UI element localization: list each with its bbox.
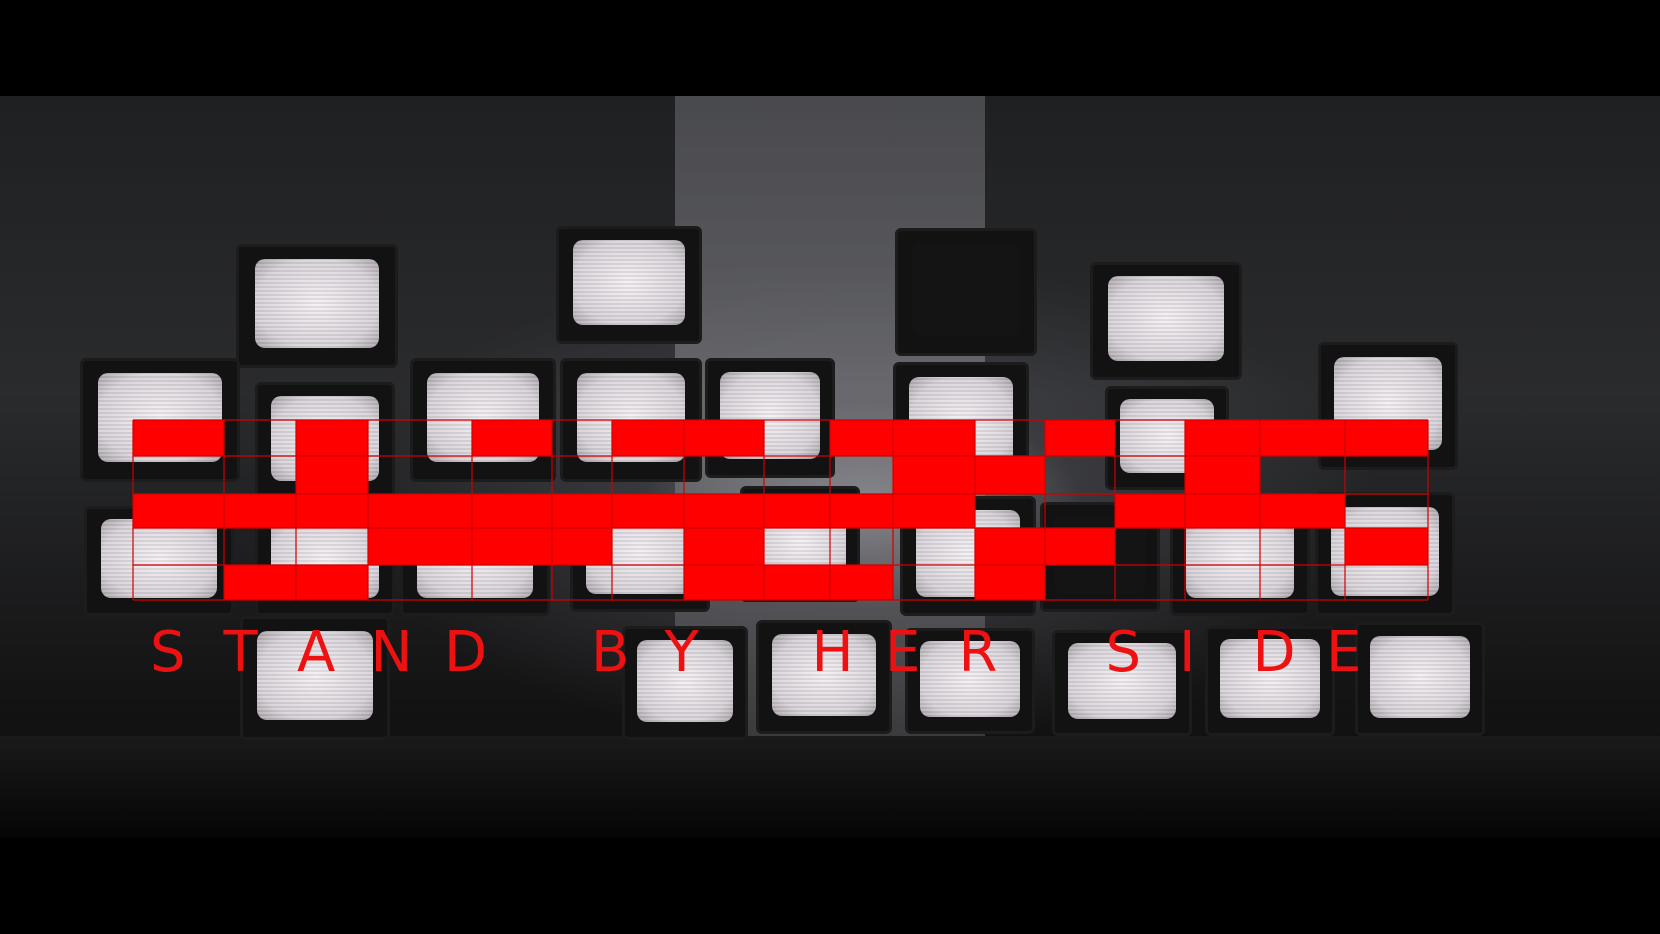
tv-monitor [255,504,395,616]
caption-letter: I [1179,620,1196,685]
caption-letter: R [958,620,998,685]
tv-monitor [740,486,860,602]
tv-monitor [84,506,234,616]
caption-letter: Y [664,620,699,685]
tv-monitor [1170,500,1310,616]
tv-monitor [1090,262,1242,380]
caption-letter: D [1252,620,1296,685]
tv-monitor [410,358,556,482]
tv-monitor [1105,386,1229,490]
caption-letter: A [297,620,336,685]
tv-monitor [900,496,1036,616]
caption-letter: D [444,620,488,685]
tv-monitor [556,226,702,344]
top-letterbox [0,0,1660,96]
tv-monitor [1315,492,1455,616]
tv-wall-scene [0,96,1660,838]
tv-monitor [570,496,710,612]
floor [0,736,1660,838]
tv-monitor [400,500,550,616]
caption-letter: T [223,620,258,685]
tv-monitor [1040,502,1160,612]
tv-monitor [255,382,395,500]
tv-monitor [1318,342,1458,470]
bottom-letterbox [0,838,1660,934]
caption-letter: N [370,620,413,685]
tv-monitor [560,358,702,482]
tv-monitor [236,244,398,368]
caption-letter: B [591,620,630,685]
caption-letter: E [1326,620,1362,685]
tv-monitor [705,358,835,478]
caption-letter: S [1105,620,1142,685]
tv-monitor [893,362,1029,488]
caption-letter: S [150,620,186,685]
tv-monitor [80,358,240,482]
tv-monitor [895,228,1037,356]
caption-letter: H [811,620,854,685]
stand-by-her-side-caption: STAND BY HER SIDE [150,618,1430,688]
caption-letter: E [885,620,921,685]
